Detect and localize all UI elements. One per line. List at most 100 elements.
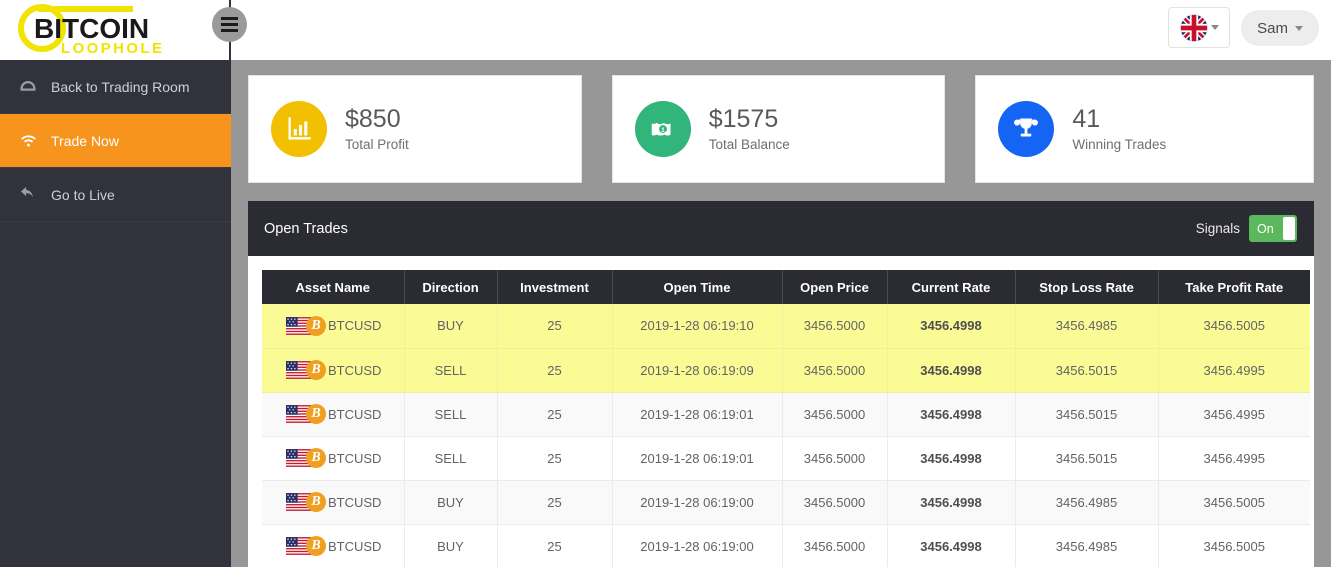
sidebar-item-back-to-trading-room[interactable]: Back to Trading Room bbox=[0, 60, 231, 114]
bitcoin-icon: B bbox=[306, 492, 326, 512]
cell-current-rate: 3456.4998 bbox=[887, 524, 1015, 567]
dashboard-icon bbox=[18, 78, 38, 96]
cell-current-rate: 3456.4998 bbox=[887, 480, 1015, 524]
cell-take-profit-rate: 3456.5005 bbox=[1158, 304, 1310, 348]
asset-name-label: BTCUSD bbox=[328, 451, 381, 466]
bitcoin-icon: B bbox=[306, 404, 326, 424]
cell-open-price: 3456.5000 bbox=[782, 480, 887, 524]
cell-investment: 25 bbox=[497, 348, 612, 392]
cell-asset-name: BBTCUSD bbox=[262, 348, 404, 392]
cell-asset-name: BBTCUSD bbox=[262, 524, 404, 567]
bitcoin-icon: B bbox=[306, 448, 326, 468]
cell-investment: 25 bbox=[497, 304, 612, 348]
svg-text:LOOPHOLE: LOOPHOLE bbox=[61, 40, 164, 56]
panel-header: Open Trades Signals On bbox=[248, 201, 1314, 256]
cell-open-time: 2019-1-28 06:19:09 bbox=[612, 348, 782, 392]
signals-control: Signals On bbox=[1196, 215, 1297, 242]
column-header: Direction bbox=[404, 270, 497, 304]
open-trades-panel: Open Trades Signals On Asset NameDirecti… bbox=[248, 201, 1314, 567]
cell-open-price: 3456.5000 bbox=[782, 524, 887, 567]
hamburger-icon-bar bbox=[221, 17, 238, 20]
sidebar-item-trade-now[interactable]: Trade Now bbox=[0, 114, 231, 168]
cell-stop-loss-rate: 3456.4985 bbox=[1015, 524, 1158, 567]
cell-take-profit-rate: 3456.4995 bbox=[1158, 436, 1310, 480]
cell-stop-loss-rate: 3456.5015 bbox=[1015, 392, 1158, 436]
sidebar-item-label: Back to Trading Room bbox=[51, 79, 190, 95]
cell-open-time: 2019-1-28 06:19:10 bbox=[612, 304, 782, 348]
menu-toggle-button[interactable] bbox=[212, 7, 247, 42]
bitcoin-icon: B bbox=[306, 316, 326, 336]
cell-open-price: 3456.5000 bbox=[782, 436, 887, 480]
brand-logo[interactable]: BITCOIN B LOOPHOLE bbox=[14, 2, 174, 58]
stat-value: 41 bbox=[1072, 106, 1166, 132]
chevron-down-icon bbox=[1211, 25, 1219, 30]
undo-arrow-icon bbox=[18, 185, 38, 204]
bar-chart-icon bbox=[271, 101, 327, 157]
table-row[interactable]: BBTCUSDBUY252019-1-28 06:19:003456.50003… bbox=[262, 524, 1310, 567]
cell-investment: 25 bbox=[497, 480, 612, 524]
open-trades-table: Asset NameDirectionInvestmentOpen TimeOp… bbox=[262, 270, 1310, 567]
sidebar-nav: Back to Trading Room Trade Now Go to Liv… bbox=[0, 60, 231, 567]
table-header-row: Asset NameDirectionInvestmentOpen TimeOp… bbox=[262, 270, 1310, 304]
top-bar: BITCOIN B LOOPHOLE Sam bbox=[0, 0, 1331, 60]
cell-current-rate: 3456.4998 bbox=[887, 348, 1015, 392]
cell-direction: BUY bbox=[404, 304, 497, 348]
uk-flag-icon bbox=[1180, 14, 1208, 42]
cell-investment: 25 bbox=[497, 524, 612, 567]
cell-open-price: 3456.5000 bbox=[782, 392, 887, 436]
signal-icon bbox=[18, 131, 38, 150]
stat-card-total-balance: 1 $1575 Total Balance bbox=[612, 75, 946, 183]
cell-direction: SELL bbox=[404, 436, 497, 480]
language-selector[interactable] bbox=[1168, 7, 1230, 48]
cell-direction: SELL bbox=[404, 348, 497, 392]
cell-open-time: 2019-1-28 06:19:00 bbox=[612, 524, 782, 567]
cell-take-profit-rate: 3456.5005 bbox=[1158, 480, 1310, 524]
user-name-label: Sam bbox=[1257, 20, 1288, 37]
cell-take-profit-rate: 3456.4995 bbox=[1158, 392, 1310, 436]
bitcoin-icon: B bbox=[306, 360, 326, 380]
signals-label: Signals bbox=[1196, 221, 1240, 236]
asset-name-label: BTCUSD bbox=[328, 318, 381, 333]
table-row[interactable]: BBTCUSDBUY252019-1-28 06:19:003456.50003… bbox=[262, 480, 1310, 524]
user-menu-button[interactable]: Sam bbox=[1241, 10, 1319, 46]
cell-open-price: 3456.5000 bbox=[782, 348, 887, 392]
cell-stop-loss-rate: 3456.4985 bbox=[1015, 480, 1158, 524]
svg-text:1: 1 bbox=[661, 127, 665, 134]
bitcoin-loophole-logo-icon: BITCOIN B LOOPHOLE bbox=[14, 4, 164, 56]
cell-investment: 25 bbox=[497, 392, 612, 436]
cell-stop-loss-rate: 3456.5015 bbox=[1015, 348, 1158, 392]
stat-value: $1575 bbox=[709, 106, 790, 132]
trades-table-wrap: Asset NameDirectionInvestmentOpen TimeOp… bbox=[248, 256, 1314, 567]
sidebar-item-go-to-live[interactable]: Go to Live bbox=[0, 168, 231, 222]
stat-value: $850 bbox=[345, 106, 409, 132]
sidebar-item-label: Go to Live bbox=[51, 187, 115, 203]
toggle-knob bbox=[1283, 217, 1295, 240]
cell-direction: SELL bbox=[404, 392, 497, 436]
table-row[interactable]: BBTCUSDSELL252019-1-28 06:19:093456.5000… bbox=[262, 348, 1310, 392]
cell-open-time: 2019-1-28 06:19:01 bbox=[612, 436, 782, 480]
table-row[interactable]: BBTCUSD SELL252019-1-28 06:19:013456.5000… bbox=[262, 392, 1310, 436]
cell-current-rate: 3456.4998 bbox=[887, 436, 1015, 480]
stat-label: Winning Trades bbox=[1072, 137, 1166, 152]
signals-toggle[interactable]: On bbox=[1249, 215, 1297, 242]
panel-title: Open Trades bbox=[264, 221, 348, 237]
stats-cards: $850 Total Profit 1 $1575 Total Balance bbox=[248, 75, 1314, 183]
main-content: $850 Total Profit 1 $1575 Total Balance bbox=[231, 60, 1331, 567]
stat-card-total-profit: $850 Total Profit bbox=[248, 75, 582, 183]
asset-name-label: BTCUSD bbox=[328, 363, 381, 378]
hamburger-icon-bar bbox=[221, 29, 238, 32]
table-row[interactable]: BBTCUSD SELL252019-1-28 06:19:013456.5000… bbox=[262, 436, 1310, 480]
column-header: Investment bbox=[497, 270, 612, 304]
cell-current-rate: 3456.4998 bbox=[887, 304, 1015, 348]
asset-name-label: BTCUSD bbox=[328, 407, 381, 422]
cell-current-rate: 3456.4998 bbox=[887, 392, 1015, 436]
cell-open-time: 2019-1-28 06:19:01 bbox=[612, 392, 782, 436]
cell-investment: 25 bbox=[497, 436, 612, 480]
cell-open-price: 3456.5000 bbox=[782, 304, 887, 348]
column-header: Stop Loss Rate bbox=[1015, 270, 1158, 304]
bitcoin-icon: B bbox=[306, 536, 326, 556]
hamburger-icon-bar bbox=[221, 23, 238, 26]
cell-direction: BUY bbox=[404, 480, 497, 524]
trophy-icon bbox=[998, 101, 1054, 157]
table-row[interactable]: BBTCUSDBUY252019-1-28 06:19:103456.50003… bbox=[262, 304, 1310, 348]
